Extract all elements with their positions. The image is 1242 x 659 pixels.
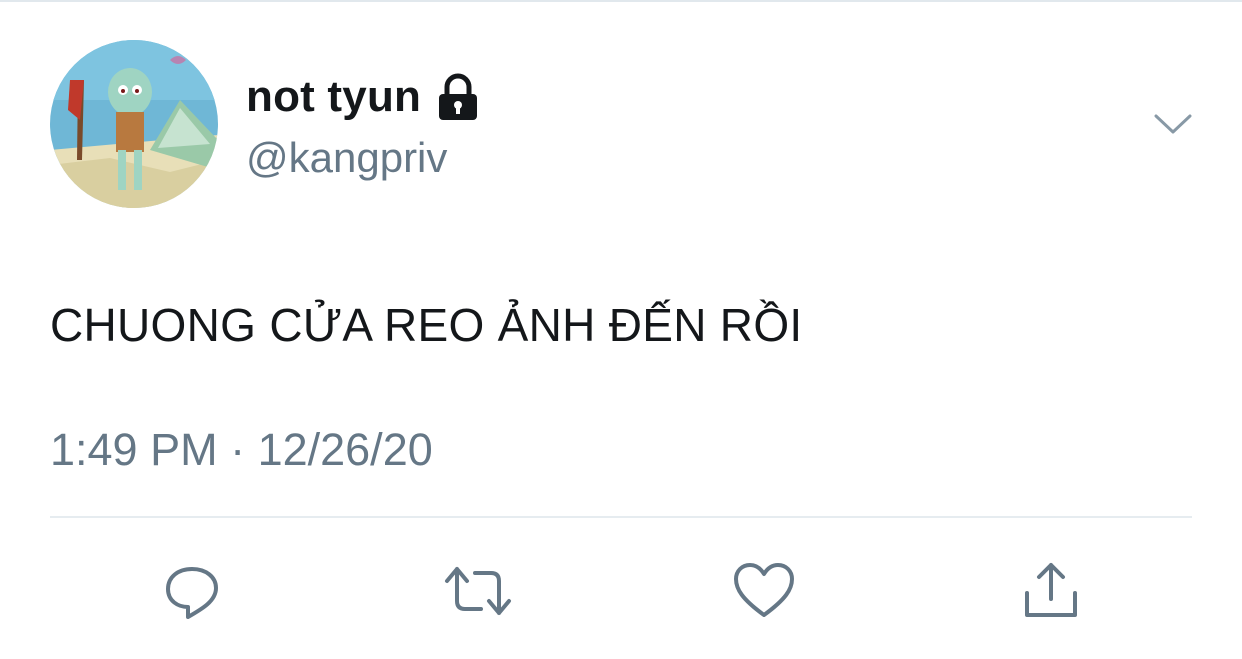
like-icon [734,563,794,617]
reply-button[interactable] [157,556,227,626]
retweet-button[interactable] [443,556,513,626]
author-name-row: not tyun [246,70,481,124]
share-icon [1025,563,1077,617]
avatar[interactable] [50,40,218,208]
lock-icon [435,72,481,122]
share-button[interactable] [1016,556,1086,626]
divider [50,516,1192,518]
chevron-down-icon[interactable] [1150,104,1196,144]
timestamp[interactable]: 1:49 PM · 12/26/20 [50,424,433,476]
reply-icon [166,567,218,619]
top-border [0,0,1242,2]
display-name[interactable]: not tyun [246,72,421,122]
tweet-text: CHUONG CỬA REO ẢNH ĐẾN RỒI [50,299,803,351]
author-handle[interactable]: @kangpriv [246,134,447,182]
like-button[interactable] [729,556,799,626]
retweet-icon [445,567,511,615]
